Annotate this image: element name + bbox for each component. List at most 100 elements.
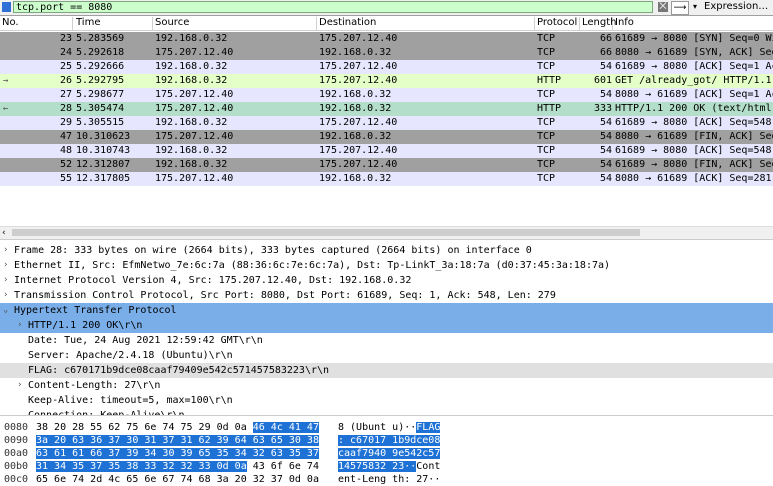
packet-row[interactable]: 55 12.317805 175.207.12.40 192.168.0.32 TCP 5… bbox=[0, 172, 773, 186]
packet-destination: 192.168.0.32 bbox=[319, 47, 392, 58]
display-filter-input[interactable]: tcp.port == 8080 bbox=[13, 1, 653, 13]
packet-length: 66 bbox=[599, 47, 612, 58]
collapsed-chevron-icon[interactable]: › bbox=[3, 243, 13, 258]
detail-tree-row[interactable]: › Internet Protocol Version 4, Src: 175.2… bbox=[0, 273, 773, 288]
detail-tree-row[interactable]: › Transmission Control Protocol, Src Port… bbox=[0, 288, 773, 303]
detail-tree-row[interactable]: › HTTP/1.1 200 OK\r\n bbox=[0, 318, 773, 333]
packet-row[interactable]: 27 5.298677 175.207.12.40 192.168.0.32 TCP 54… bbox=[0, 88, 773, 102]
apply-filter-icon[interactable]: ⟶ bbox=[671, 1, 689, 15]
detail-tree-row[interactable]: ⌄ Hypertext Transfer Protocol bbox=[0, 303, 773, 318]
bytes-ascii-plain: 8 (Ubunt u)·· bbox=[338, 422, 417, 433]
packet-protocol: TCP bbox=[537, 61, 556, 72]
packet-list-horizontal-scrollbar[interactable]: ‹ bbox=[0, 226, 773, 240]
detail-tree-row[interactable]: › Frame 28: 333 bytes on wire (2664 bits)… bbox=[0, 243, 773, 258]
packet-row[interactable]: 48 10.310743 192.168.0.32 175.207.12.40 TCP 5… bbox=[0, 144, 773, 158]
packet-row[interactable]: 28 5.305474 175.207.12.40 192.168.0.32 HTTP 3… bbox=[0, 102, 773, 116]
packet-source: 175.207.12.40 bbox=[155, 103, 234, 114]
detail-tree-row[interactable]: Connection: Keep-Alive\r\n bbox=[0, 408, 773, 415]
bytes-hex[interactable]: 65 6e 74 2d 4c 65 6e 67 74 68 3a 20 32 3… bbox=[36, 473, 319, 486]
packet-list-header: No. Time Source Destination Protocol Len… bbox=[0, 16, 773, 31]
detail-tree-row[interactable]: Date: Tue, 24 Aug 2021 12:59:42 GMT\r\n bbox=[0, 333, 773, 348]
packet-protocol: HTTP bbox=[537, 75, 562, 86]
column-header-no[interactable]: No. bbox=[0, 17, 73, 30]
bytes-ascii[interactable]: 14575832 23··Cont bbox=[338, 460, 440, 474]
packet-list: No. Time Source Destination Protocol Len… bbox=[0, 16, 773, 224]
packet-length: 333 bbox=[593, 103, 612, 114]
packet-destination: 192.168.0.32 bbox=[319, 103, 392, 114]
collapsed-chevron-icon[interactable]: › bbox=[3, 288, 13, 303]
bytes-offset: 0080 bbox=[4, 422, 29, 433]
packet-time: 5.292618 bbox=[76, 47, 125, 58]
detail-tree-text: Server: Apache/2.4.18 (Ubuntu)\r\n bbox=[28, 350, 233, 361]
bytes-hex[interactable]: 3a 20 63 36 37 30 31 37 31 62 39 64 63 6… bbox=[36, 434, 319, 448]
detail-tree-text: HTTP/1.1 200 OK\r\n bbox=[28, 320, 143, 331]
column-header-destination[interactable]: Destination bbox=[317, 17, 535, 30]
collapsed-chevron-icon[interactable]: › bbox=[17, 318, 27, 333]
packet-row[interactable]: 24 5.292618 175.207.12.40 192.168.0.32 TCP 66… bbox=[0, 46, 773, 60]
detail-tree-row[interactable]: Server: Apache/2.4.18 (Ubuntu)\r\n bbox=[0, 348, 773, 363]
packet-destination: 175.207.12.40 bbox=[319, 75, 398, 86]
packet-source: 192.168.0.32 bbox=[155, 75, 228, 86]
display-filter-bar: tcp.port == 8080 ⨉ ⟶ ▾ Expression… bbox=[0, 0, 773, 16]
bytes-hex[interactable]: 31 34 35 37 35 38 33 32 32 33 0d 0a 43 6… bbox=[36, 460, 319, 474]
packet-row[interactable]: 47 10.310623 175.207.12.40 192.168.0.32 TCP 5… bbox=[0, 130, 773, 144]
packet-length: 54 bbox=[599, 131, 612, 142]
bytes-ascii[interactable]: caaf7940 9e542c57 bbox=[338, 447, 441, 461]
detail-tree-row[interactable]: › Ethernet II, Src: EfmNetwo_7e:6c:7a (88… bbox=[0, 258, 773, 273]
bytes-hex[interactable]: 63 61 61 66 37 39 34 30 39 65 35 34 32 6… bbox=[36, 447, 319, 461]
detail-tree-row[interactable]: › Content-Length: 27\r\n bbox=[0, 378, 773, 393]
bytes-hex-selected: 3a 20 63 36 37 30 31 37 31 62 39 64 63 6… bbox=[36, 435, 319, 446]
collapsed-chevron-icon[interactable]: › bbox=[3, 258, 13, 273]
bookmark-icon[interactable] bbox=[2, 2, 11, 12]
bytes-ascii[interactable]: ent-Leng th: 27·· bbox=[338, 473, 440, 486]
packet-destination: 175.207.12.40 bbox=[319, 33, 398, 44]
column-header-time[interactable]: Time bbox=[74, 17, 153, 30]
detail-tree-text: Date: Tue, 24 Aug 2021 12:59:42 GMT\r\n bbox=[28, 335, 263, 346]
packet-time: 12.317805 bbox=[76, 173, 131, 184]
expression-button[interactable]: Expression… bbox=[704, 1, 768, 13]
related-packet-arrow-icon: ← bbox=[3, 104, 9, 114]
clear-filter-icon[interactable]: ⨉ bbox=[658, 2, 668, 12]
bytes-row: 00a0 63 61 61 66 37 39 34 30 39 65 35 34 … bbox=[0, 447, 773, 461]
bytes-ascii[interactable]: : c67017 1b9dce08 bbox=[338, 434, 441, 448]
packet-time: 5.305515 bbox=[76, 117, 125, 128]
packet-info: 61689 → 8080 [ACK] Seq=548 A bbox=[615, 145, 773, 156]
bytes-hex[interactable]: 38 20 28 55 62 75 6e 74 75 29 0d 0a 46 4… bbox=[36, 421, 319, 435]
detail-tree-row[interactable]: FLAG: c670171b9dce08caaf79409e542c571457… bbox=[0, 363, 773, 378]
filter-history-dropdown-icon[interactable]: ▾ bbox=[690, 1, 700, 13]
packet-row[interactable]: 52 12.312807 192.168.0.32 175.207.12.40 TCP 5… bbox=[0, 158, 773, 172]
packet-number: 48 bbox=[59, 145, 72, 156]
column-header-length[interactable]: Length bbox=[580, 17, 617, 30]
packet-protocol: HTTP bbox=[537, 103, 562, 114]
column-header-protocol[interactable]: Protocol bbox=[535, 17, 580, 30]
expanded-chevron-icon[interactable]: ⌄ bbox=[3, 303, 13, 318]
packet-info: 8080 → 61689 [ACK] Seq=1 Ack bbox=[615, 89, 773, 100]
packet-info: GET /already_got/ HTTP/1.1 bbox=[615, 75, 772, 86]
packet-row[interactable]: 26 5.292795 192.168.0.32 175.207.12.40 HTTP 6… bbox=[0, 74, 773, 88]
packet-source: 192.168.0.32 bbox=[155, 159, 228, 170]
packet-source: 192.168.0.32 bbox=[155, 61, 228, 72]
related-packet-arrow-icon: → bbox=[3, 76, 9, 86]
packet-source: 192.168.0.32 bbox=[155, 33, 228, 44]
bytes-row: 00b0 31 34 35 37 35 38 33 32 32 33 0d 0a … bbox=[0, 460, 773, 474]
packet-destination: 175.207.12.40 bbox=[319, 159, 398, 170]
bytes-row: 00c0 65 6e 74 2d 4c 65 6e 67 74 68 3a 20 … bbox=[0, 473, 773, 486]
scroll-left-arrow-icon[interactable]: ‹ bbox=[2, 227, 6, 239]
bytes-ascii[interactable]: 8 (Ubunt u)··FLAG bbox=[338, 421, 441, 435]
packet-destination: 175.207.12.40 bbox=[319, 117, 398, 128]
column-header-source[interactable]: Source bbox=[153, 17, 317, 30]
column-header-info[interactable]: Info bbox=[613, 17, 773, 30]
packet-row[interactable]: 23 5.283569 192.168.0.32 175.207.12.40 TCP 66… bbox=[0, 32, 773, 46]
bytes-ascii-selected: FLAG bbox=[416, 422, 441, 433]
packet-row[interactable]: 29 5.305515 192.168.0.32 175.207.12.40 TCP 54… bbox=[0, 116, 773, 130]
packet-info: 61689 → 8080 [ACK] Seq=1 Ack bbox=[615, 61, 773, 72]
scrollbar-thumb[interactable] bbox=[12, 229, 640, 236]
bytes-offset: 00a0 bbox=[4, 448, 29, 459]
collapsed-chevron-icon[interactable]: › bbox=[3, 273, 13, 288]
collapsed-chevron-icon[interactable]: › bbox=[17, 378, 27, 393]
packet-length: 66 bbox=[599, 33, 612, 44]
packet-length: 54 bbox=[599, 61, 612, 72]
packet-row[interactable]: 25 5.292666 192.168.0.32 175.207.12.40 TCP 54… bbox=[0, 60, 773, 74]
packet-time: 12.312807 bbox=[76, 159, 131, 170]
detail-tree-row[interactable]: Keep-Alive: timeout=5, max=100\r\n bbox=[0, 393, 773, 408]
